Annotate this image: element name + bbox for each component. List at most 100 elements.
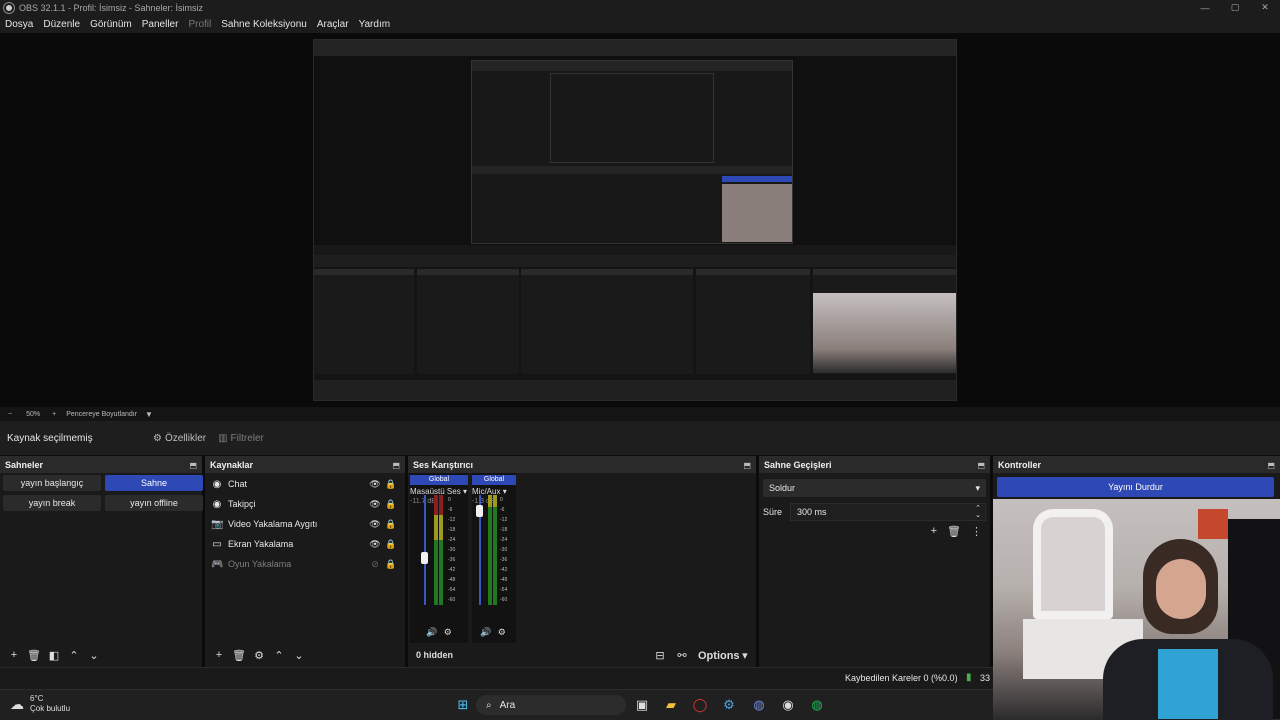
menu-scene-collection[interactable]: Sahne Koleksiyonu bbox=[216, 19, 312, 30]
lock-icon[interactable]: 🔒 bbox=[383, 499, 399, 510]
menu-tools[interactable]: Araçlar bbox=[312, 19, 354, 30]
scene-filters-icon[interactable]: ◧ bbox=[44, 649, 64, 662]
mic-fader-knob[interactable] bbox=[476, 505, 483, 518]
eye-icon[interactable]: 👁 bbox=[367, 499, 383, 510]
chevron-down-icon[interactable]: ▼ bbox=[145, 410, 153, 419]
zoom-out-button[interactable]: − bbox=[8, 411, 12, 418]
windows-start-icon[interactable]: ⊞ bbox=[455, 697, 471, 713]
duration-input[interactable]: 300 ms ⌃ ⌄ bbox=[790, 503, 986, 521]
speaker-icon[interactable]: 🔊 bbox=[480, 627, 491, 637]
hidden-count: 0 hidden bbox=[416, 650, 454, 660]
nested-taskbar bbox=[314, 380, 956, 400]
add-transition-icon[interactable]: + bbox=[931, 525, 937, 538]
move-up-icon[interactable]: ⌃ bbox=[64, 649, 84, 662]
sources-dock-header: Kaynaklar ⬒ bbox=[205, 457, 405, 473]
eye-icon[interactable]: 👁 bbox=[367, 519, 383, 530]
mic-channel-controls: 🔊 ⚙ bbox=[480, 627, 506, 638]
nested-stop-button bbox=[813, 275, 953, 285]
filters-button[interactable]: ▥ Filtreler bbox=[212, 428, 270, 448]
add-scene-icon[interactable]: + bbox=[4, 649, 24, 661]
discord-icon[interactable]: ◍ bbox=[751, 697, 767, 713]
trash-icon[interactable]: 🗑 bbox=[229, 649, 249, 662]
add-source-icon[interactable]: + bbox=[209, 649, 229, 661]
lock-icon[interactable]: 🔒 bbox=[383, 519, 399, 530]
layout-icon[interactable]: ⊟ bbox=[650, 649, 670, 662]
options-button[interactable]: Options ▾ bbox=[698, 649, 748, 662]
source-item-chat[interactable]: ◉ Chat 👁 🔒 bbox=[205, 474, 405, 494]
weather-widget[interactable]: ☁ 6°C Çok bulutlu bbox=[10, 694, 70, 714]
search-icon: ⌕ bbox=[486, 699, 492, 711]
db-tick-label: -12 bbox=[500, 517, 508, 523]
zoom-in-button[interactable]: + bbox=[52, 411, 56, 418]
stop-streaming-button[interactable]: Yayını Durdur bbox=[997, 477, 1274, 497]
obs-taskbar-icon[interactable]: ◉ bbox=[780, 697, 796, 713]
preview-area[interactable] bbox=[0, 33, 1280, 407]
db-tick-label: -36 bbox=[500, 557, 508, 563]
dock-float-icon[interactable]: ⬒ bbox=[392, 461, 400, 470]
resize-to-window-label[interactable]: Pencereye Boyutlandır bbox=[66, 411, 137, 418]
file-explorer-icon[interactable]: ▰ bbox=[663, 697, 679, 713]
preview-canvas[interactable] bbox=[313, 39, 957, 401]
maximize-button[interactable]: ▢ bbox=[1220, 0, 1250, 15]
close-button[interactable]: ✕ bbox=[1250, 0, 1280, 15]
lock-icon[interactable]: 🔒 bbox=[383, 539, 399, 550]
trash-icon[interactable]: 🗑 bbox=[947, 525, 961, 538]
minimize-button[interactable]: — bbox=[1190, 0, 1220, 15]
scene-item-break[interactable]: yayın break bbox=[3, 495, 101, 511]
trash-icon[interactable]: 🗑 bbox=[24, 649, 44, 662]
lock-icon[interactable]: 🔒 bbox=[383, 559, 399, 570]
source-item-game-capture[interactable]: 🎮 Oyun Yakalama ⊘ 🔒 bbox=[205, 554, 405, 574]
mic-meter bbox=[488, 495, 492, 605]
menu-docks[interactable]: Paneller bbox=[137, 19, 184, 30]
weather-desc: Çok bulutlu bbox=[30, 704, 71, 713]
menu-profile[interactable]: Profil bbox=[183, 19, 216, 30]
move-down-icon[interactable]: ⌄ bbox=[84, 649, 104, 662]
task-view-icon[interactable]: ▣ bbox=[634, 697, 650, 713]
db-tick-label: -60 bbox=[448, 597, 456, 603]
taskbar-search[interactable]: ⌕ Ara bbox=[476, 695, 626, 715]
mixer-footer: 0 hidden ⊟ ⚯ Options ▾ bbox=[408, 643, 756, 667]
steam-icon[interactable]: ⚙ bbox=[721, 697, 737, 713]
move-down-icon[interactable]: ⌄ bbox=[289, 649, 309, 662]
scene-item-offline[interactable]: yayın offline bbox=[105, 495, 203, 511]
eye-off-icon[interactable]: ⊘ bbox=[367, 559, 383, 570]
source-item-follower[interactable]: ◉ Takipçi 👁 🔒 bbox=[205, 494, 405, 514]
scenes-footer: + 🗑 ◧ ⌃ ⌄ bbox=[0, 643, 202, 667]
opera-icon[interactable]: ◯ bbox=[692, 697, 708, 713]
dock-float-icon[interactable]: ⬒ bbox=[1267, 461, 1275, 470]
gear-icon[interactable]: ⚙ bbox=[498, 627, 506, 637]
scene-item-sahne[interactable]: Sahne bbox=[105, 475, 203, 491]
menu-view[interactable]: Görünüm bbox=[85, 19, 137, 30]
gear-icon[interactable]: ⚙ bbox=[444, 627, 452, 637]
more-options-icon[interactable]: ⋮ bbox=[971, 525, 982, 538]
properties-button[interactable]: ⚙ Özellikler bbox=[147, 428, 212, 448]
menu-help[interactable]: Yardım bbox=[354, 19, 396, 30]
dock-float-icon[interactable]: ⬒ bbox=[189, 461, 197, 470]
speaker-icon[interactable]: 🔊 bbox=[426, 627, 437, 637]
db-tick-label: -18 bbox=[448, 527, 456, 533]
transition-select[interactable]: Soldur ▾ bbox=[763, 479, 986, 497]
desktop-fader-track[interactable] bbox=[424, 495, 426, 605]
move-up-icon[interactable]: ⌃ bbox=[269, 649, 289, 662]
link-icon[interactable]: ⚯ bbox=[672, 649, 692, 662]
eye-icon[interactable]: 👁 bbox=[367, 539, 383, 550]
dock-float-icon[interactable]: ⬒ bbox=[743, 461, 751, 470]
nested-source-toolbar bbox=[314, 255, 956, 267]
webcam-mirror bbox=[1033, 509, 1113, 619]
source-item-video-capture[interactable]: 📷 Video Yakalama Aygıtı 👁 🔒 bbox=[205, 514, 405, 534]
gear-icon[interactable]: ⚙ bbox=[249, 649, 269, 662]
menu-file[interactable]: Dosya bbox=[0, 19, 38, 30]
menu-edit[interactable]: Düzenle bbox=[38, 19, 85, 30]
lock-icon[interactable]: 🔒 bbox=[383, 479, 399, 490]
source-label: Takipçi bbox=[228, 499, 256, 509]
db-tick-label: -60 bbox=[500, 597, 508, 603]
eye-icon[interactable]: 👁 bbox=[367, 479, 383, 490]
nested-preview-2 bbox=[471, 60, 793, 244]
duration-row: Süre 300 ms ⌃ ⌄ bbox=[763, 503, 986, 521]
spin-arrows-icon[interactable]: ⌃ ⌄ bbox=[975, 505, 981, 519]
source-item-screen-capture[interactable]: ▭ Ekran Yakalama 👁 🔒 bbox=[205, 534, 405, 554]
spotify-icon[interactable]: ◍ bbox=[809, 697, 825, 713]
desktop-fader-knob[interactable] bbox=[421, 552, 428, 565]
scene-item-stream-start[interactable]: yayın başlangıç bbox=[3, 475, 101, 491]
dock-float-icon[interactable]: ⬒ bbox=[977, 461, 985, 470]
